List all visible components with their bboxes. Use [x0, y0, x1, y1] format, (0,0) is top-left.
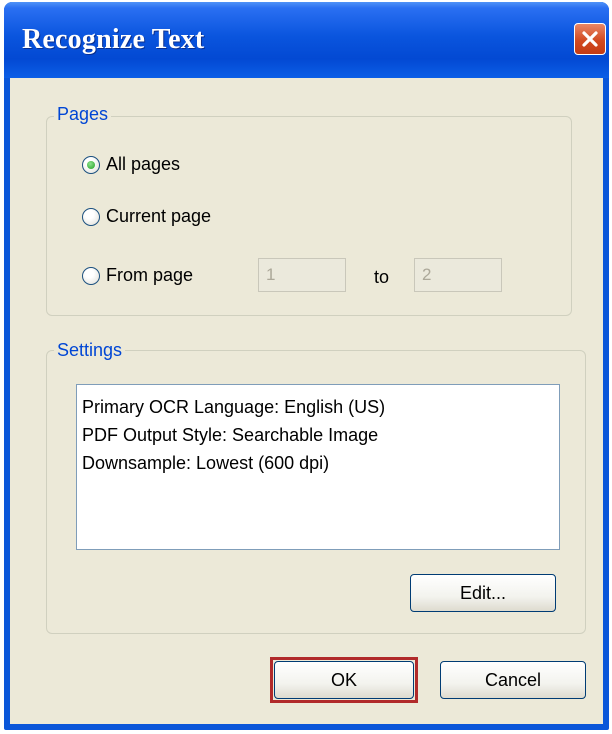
settings-line-output-style: PDF Output Style: Searchable Image	[82, 425, 379, 445]
pages-legend: Pages	[54, 104, 112, 125]
radio-all-pages-label: All pages	[106, 154, 181, 174]
window-title: Recognize Text	[22, 24, 205, 55]
to-page-input[interactable]: 2	[414, 258, 502, 292]
from-page-input[interactable]: 1	[258, 258, 346, 292]
close-button[interactable]	[574, 23, 606, 55]
edit-button[interactable]: Edit...	[410, 574, 556, 612]
dialog-body: Pages All pages Current page From page 1…	[10, 78, 603, 724]
recognize-text-dialog: Recognize Text Pages All pages Current p…	[4, 2, 609, 730]
cancel-button[interactable]: Cancel	[440, 661, 586, 699]
title-bar[interactable]: Recognize Text	[4, 2, 609, 78]
ok-button[interactable]: OK	[274, 661, 414, 699]
radio-from-page-indicator[interactable]	[82, 266, 100, 285]
radio-current-page-label: Current page	[106, 206, 212, 226]
to-label: to	[374, 267, 390, 287]
settings-list[interactable]: Primary OCR Language: English (US) PDF O…	[76, 384, 560, 550]
close-icon	[582, 31, 598, 47]
settings-legend: Settings	[54, 340, 126, 361]
radio-current-page[interactable]: Current page	[82, 206, 211, 227]
radio-from-page[interactable]: From page	[82, 265, 193, 286]
settings-line-ocr-language: Primary OCR Language: English (US)	[82, 397, 386, 417]
radio-all-pages-indicator[interactable]	[82, 155, 100, 174]
radio-current-page-indicator[interactable]	[82, 207, 100, 226]
radio-all-pages[interactable]: All pages	[82, 154, 180, 175]
settings-line-downsample: Downsample: Lowest (600 dpi)	[82, 453, 330, 473]
radio-from-page-label: From page	[106, 265, 194, 285]
